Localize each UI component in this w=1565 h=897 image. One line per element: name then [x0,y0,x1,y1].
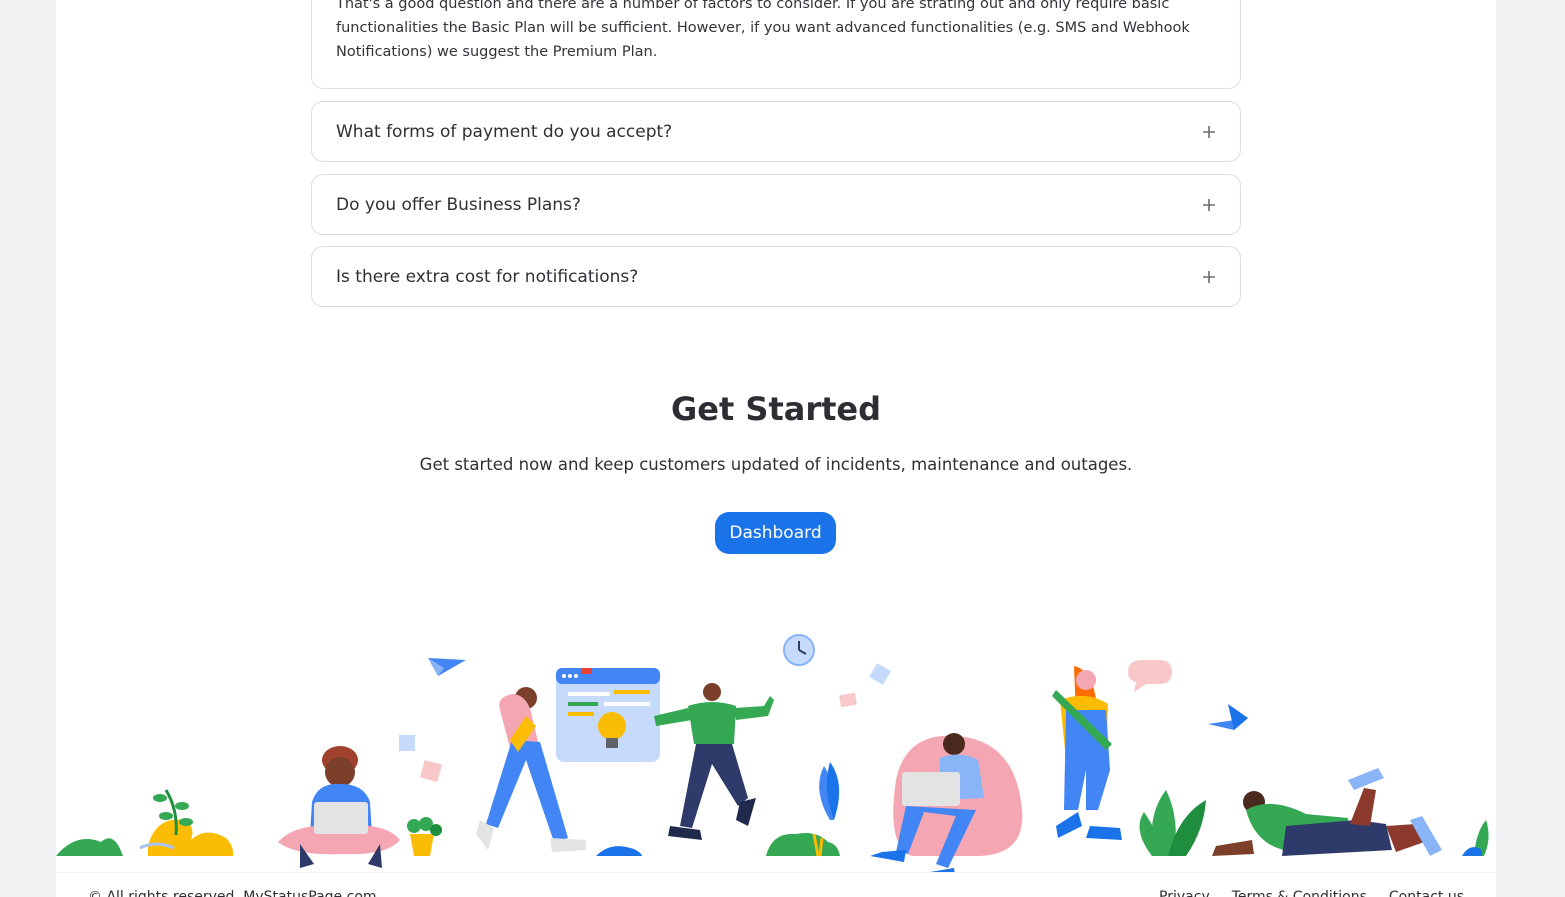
faq-answer-text: That's a good question and there are a n… [336,0,1190,60]
plus-icon[interactable] [1200,196,1218,214]
copyright-text: © All rights reserved. MyStatusPage.com [88,889,377,897]
team-illustration [56,634,1489,882]
page-content: That's a good question and there are a n… [56,0,1496,897]
faq-item-payment[interactable]: What forms of payment do you accept? [311,101,1241,162]
get-started-subtitle: Get started now and keep customers updat… [419,455,1133,474]
faq-item-expanded: That's a good question and there are a n… [311,0,1241,89]
terms-link[interactable]: Terms & Conditions [1232,889,1367,897]
plus-icon[interactable] [1200,268,1218,286]
get-started-title: Get Started [670,390,882,428]
faq-question: What forms of payment do you accept? [336,122,673,142]
faq-item-notifications-cost[interactable]: Is there extra cost for notifications? [311,246,1241,307]
contact-link[interactable]: Contact us [1389,889,1464,897]
footer: © All rights reserved. MyStatusPage.com … [56,872,1496,897]
footer-links: Privacy Terms & Conditions Contact us [1159,889,1464,897]
faq-item-business-plans[interactable]: Do you offer Business Plans? [311,174,1241,235]
faq-question: Do you offer Business Plans? [336,195,581,215]
plus-icon[interactable] [1200,123,1218,141]
privacy-link[interactable]: Privacy [1159,889,1210,897]
dashboard-button[interactable]: Dashboard [715,512,836,554]
faq-question: Is there extra cost for notifications? [336,267,639,287]
